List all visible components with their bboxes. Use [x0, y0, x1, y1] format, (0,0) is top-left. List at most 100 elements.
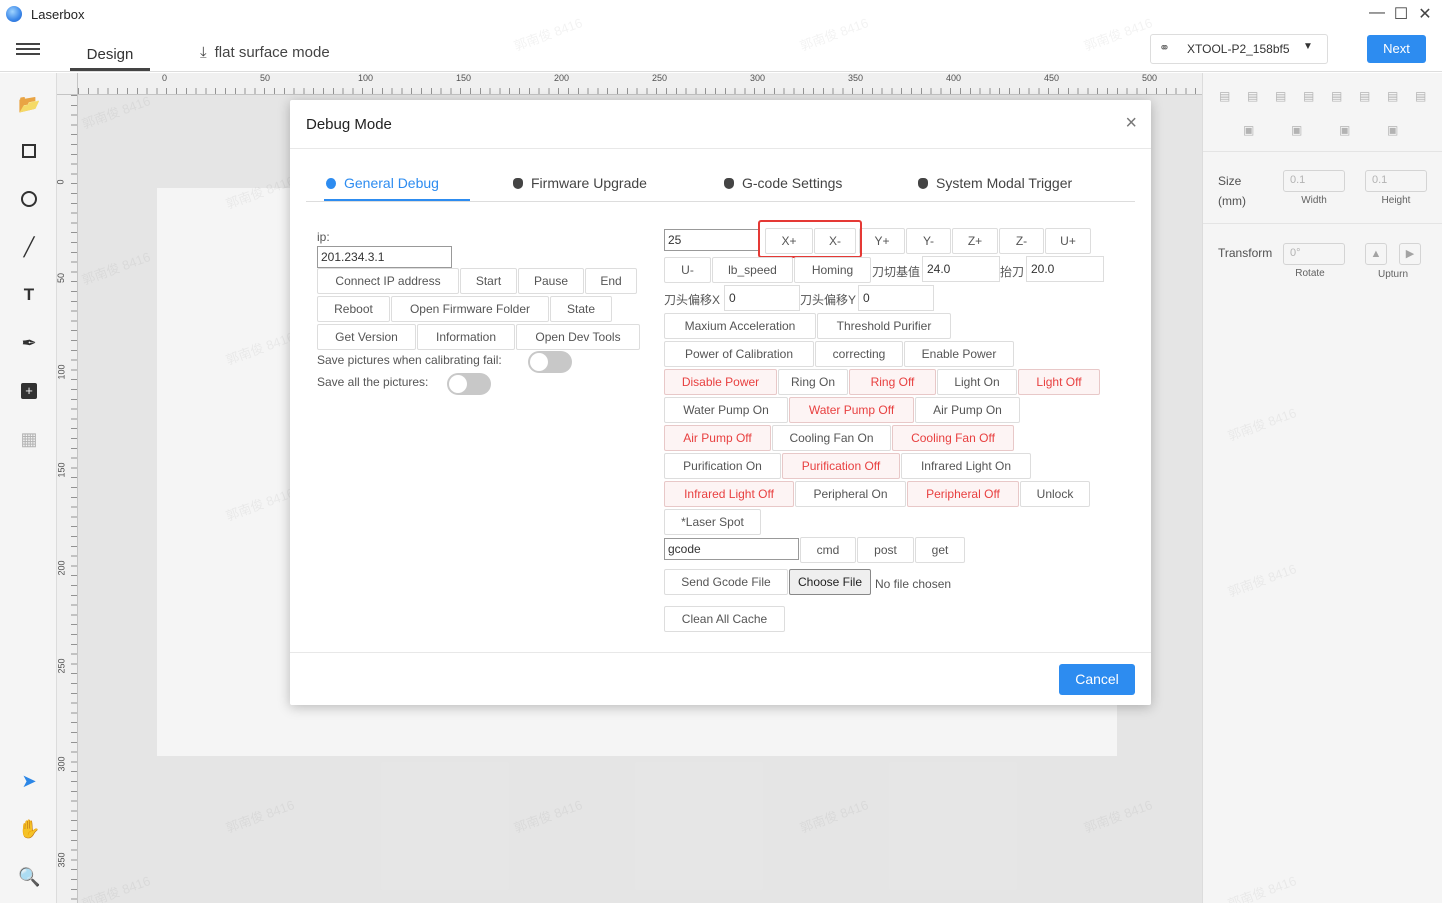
end-button[interactable]: End — [585, 268, 637, 294]
tab-gcode-settings[interactable]: G-code Settings — [724, 175, 842, 191]
purification-off-button[interactable]: Purification Off — [782, 453, 900, 479]
offset-y-label: 刀头偏移Y — [800, 293, 857, 307]
tab-flat-surface[interactable]: ⤓ flat surface mode — [200, 44, 330, 61]
get-button[interactable]: get — [915, 537, 965, 563]
knife-lift-input[interactable]: 20.0 — [1026, 256, 1104, 282]
air-pump-off-button[interactable]: Air Pump Off — [664, 425, 771, 451]
water-pump-off-button[interactable]: Water Pump Off — [789, 397, 914, 423]
water-pump-on-button[interactable]: Water Pump On — [664, 397, 788, 423]
clean-all-cache-button[interactable]: Clean All Cache — [664, 606, 785, 632]
android-icon — [513, 178, 523, 189]
air-pump-on-button[interactable]: Air Pump On — [915, 397, 1020, 423]
tab-label: System Modal Trigger — [936, 175, 1073, 191]
enable-power-button[interactable]: Enable Power — [904, 341, 1014, 367]
light-off-button[interactable]: Light Off — [1018, 369, 1100, 395]
download-icon: ⤓ — [200, 44, 207, 61]
laser-spot-button[interactable]: *Laser Spot — [664, 509, 761, 535]
purification-on-button[interactable]: Purification On — [664, 453, 781, 479]
cancel-button[interactable]: Cancel — [1059, 664, 1135, 695]
tab-label: General Debug — [344, 175, 439, 191]
offset-y-input[interactable]: 0 — [858, 285, 934, 311]
no-file-chosen-label: No file chosen — [875, 577, 952, 591]
title-bar — [0, 0, 1442, 28]
u-plus-button[interactable]: U+ — [1045, 228, 1091, 254]
save-all-toggle[interactable] — [447, 373, 491, 395]
cmd-button[interactable]: cmd — [800, 537, 856, 563]
next-button[interactable]: Next — [1367, 35, 1426, 63]
disable-power-button[interactable]: Disable Power — [664, 369, 777, 395]
reboot-button[interactable]: Reboot — [317, 296, 390, 322]
android-icon — [724, 178, 734, 189]
connect-ip-button[interactable]: Connect IP address — [317, 268, 459, 294]
debug-tabs: General Debug Firmware Upgrade G-code Se… — [306, 169, 1135, 202]
app-logo-icon — [6, 6, 22, 22]
minimize-icon[interactable]: — — [1366, 4, 1388, 22]
u-minus-button[interactable]: U- — [664, 257, 711, 283]
chevron-down-icon: ▼ — [1303, 41, 1313, 52]
offset-x-input[interactable]: 0 — [724, 285, 800, 311]
post-button[interactable]: post — [857, 537, 914, 563]
send-gcode-file-button[interactable]: Send Gcode File — [664, 569, 788, 595]
ring-on-button[interactable]: Ring On — [778, 369, 848, 395]
maximize-icon[interactable]: ☐ — [1390, 4, 1412, 24]
save-all-label: Save all the pictures: — [317, 375, 429, 389]
active-tab-indicator — [324, 199, 470, 201]
ring-off-button[interactable]: Ring Off — [849, 369, 936, 395]
y-minus-button[interactable]: Y- — [906, 228, 951, 254]
tab-design[interactable]: Design — [70, 46, 150, 63]
cut-base-input[interactable]: 24.0 — [922, 256, 1000, 282]
dialog-title: Debug Mode — [306, 116, 392, 133]
tab-label: G-code Settings — [742, 175, 843, 191]
menu-icon[interactable] — [16, 40, 40, 60]
link-icon: ⚭ — [1159, 40, 1170, 55]
apple-icon — [326, 178, 336, 189]
gcode-input[interactable]: gcode — [664, 538, 799, 560]
choose-file-button[interactable]: Choose File — [789, 569, 871, 595]
infrared-light-on-button[interactable]: Infrared Light On — [901, 453, 1031, 479]
cooling-fan-on-button[interactable]: Cooling Fan On — [772, 425, 891, 451]
pause-button[interactable]: Pause — [518, 268, 584, 294]
save-calib-toggle[interactable] — [528, 351, 572, 373]
state-button[interactable]: State — [550, 296, 612, 322]
tab-flat-label: flat surface mode — [214, 44, 330, 61]
close-icon[interactable]: × — [1125, 112, 1137, 135]
lb-speed-button[interactable]: lb_speed — [712, 257, 793, 283]
peripheral-on-button[interactable]: Peripheral On — [795, 481, 906, 507]
tab-design-underline — [70, 68, 150, 71]
start-button[interactable]: Start — [460, 268, 517, 294]
dialog-divider — [290, 148, 1151, 149]
debug-mode-dialog: Debug Mode × General Debug Firmware Upgr… — [290, 100, 1151, 705]
cooling-fan-off-button[interactable]: Cooling Fan Off — [892, 425, 1014, 451]
threshold-purifier-button[interactable]: Threshold Purifier — [817, 313, 951, 339]
knife-lift-label: 抬刀 — [1000, 265, 1025, 279]
dialog-footer-divider — [290, 652, 1151, 653]
tab-firmware-upgrade[interactable]: Firmware Upgrade — [513, 175, 647, 191]
ip-label: ip: — [317, 230, 330, 244]
close-window-icon[interactable]: ✕ — [1414, 4, 1436, 24]
cut-base-label: 刀切基值 — [872, 265, 921, 279]
peripheral-off-button[interactable]: Peripheral Off — [907, 481, 1019, 507]
max-acceleration-button[interactable]: Maxium Acceleration — [664, 313, 816, 339]
z-plus-button[interactable]: Z+ — [952, 228, 998, 254]
tab-general-debug[interactable]: General Debug — [326, 175, 439, 191]
homing-button[interactable]: Homing — [794, 257, 871, 283]
tab-label: Firmware Upgrade — [531, 175, 647, 191]
information-button[interactable]: Information — [417, 324, 515, 350]
ip-input[interactable]: 201.234.3.1 — [317, 246, 452, 268]
correcting-button[interactable]: correcting — [815, 341, 903, 367]
get-version-button[interactable]: Get Version — [317, 324, 416, 350]
y-plus-button[interactable]: Y+ — [859, 228, 905, 254]
app-title: Laserbox — [31, 7, 85, 22]
tab-system-modal-trigger[interactable]: System Modal Trigger — [918, 175, 1072, 191]
infrared-light-off-button[interactable]: Infrared Light Off — [664, 481, 794, 507]
light-on-button[interactable]: Light On — [937, 369, 1017, 395]
open-dev-tools-button[interactable]: Open Dev Tools — [516, 324, 640, 350]
offset-x-label: 刀头偏移X — [664, 293, 721, 307]
z-minus-button[interactable]: Z- — [999, 228, 1044, 254]
device-name: XTOOL-P2_158bf5 — [1187, 42, 1290, 56]
device-select[interactable]: ⚭ XTOOL-P2_158bf5 ▼ — [1150, 34, 1328, 64]
open-firmware-folder-button[interactable]: Open Firmware Folder — [391, 296, 549, 322]
unlock-button[interactable]: Unlock — [1020, 481, 1090, 507]
step-input[interactable]: 25 — [664, 229, 760, 251]
power-calibration-button[interactable]: Power of Calibration — [664, 341, 814, 367]
